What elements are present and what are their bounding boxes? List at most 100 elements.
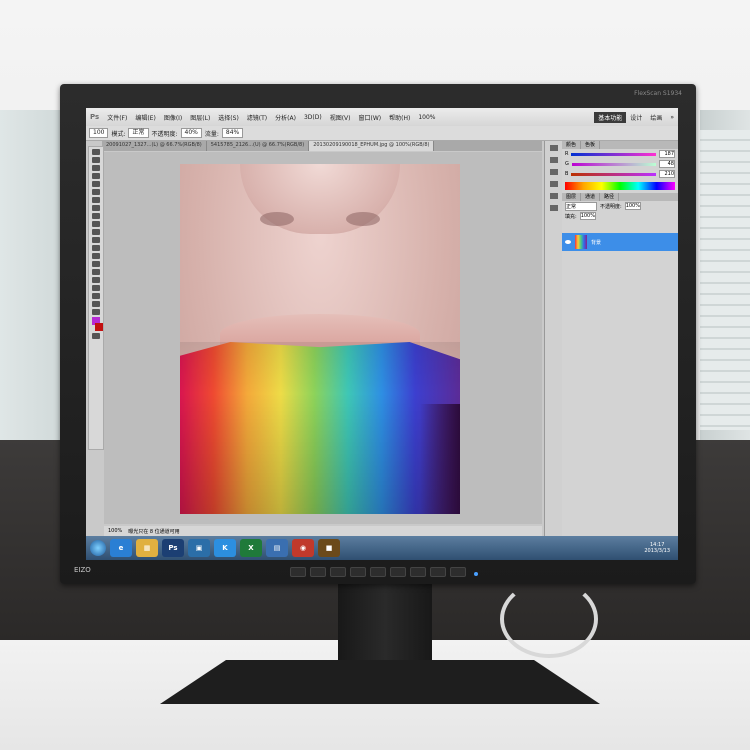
brush-tool-icon[interactable]: [92, 205, 100, 211]
monitor-button[interactable]: [450, 567, 466, 577]
dodge-tool-icon[interactable]: [92, 253, 100, 259]
flow-input[interactable]: 84%: [221, 128, 244, 138]
slider-b[interactable]: [571, 172, 656, 176]
app-red-icon[interactable]: ◉: [292, 539, 314, 557]
monitor-button[interactable]: [310, 567, 326, 577]
panel-icon[interactable]: [549, 169, 558, 175]
blend-mode-select[interactable]: 正常: [565, 201, 597, 211]
menu-analysis[interactable]: 分析(A): [275, 113, 296, 122]
menu-select[interactable]: 选择(S): [218, 113, 239, 122]
value-r[interactable]: 187: [659, 150, 675, 158]
panel-icon[interactable]: [549, 181, 558, 187]
zoom-level[interactable]: 100%: [418, 114, 435, 121]
menu-filter[interactable]: 滤镜(T): [247, 113, 267, 122]
slider-g[interactable]: [571, 162, 656, 166]
power-led: [474, 572, 478, 576]
panel-icon[interactable]: [549, 157, 558, 163]
layer-name: 背景: [591, 239, 602, 246]
healing-tool-icon[interactable]: [92, 197, 100, 203]
fill-row: 填充: 100%: [562, 211, 678, 221]
monitor-button[interactable]: [410, 567, 426, 577]
monitor-button[interactable]: [330, 567, 346, 577]
eraser-tool-icon[interactable]: [92, 229, 100, 235]
brush-size[interactable]: 100: [89, 128, 109, 138]
history-brush-tool-icon[interactable]: [92, 221, 100, 227]
workspace-button[interactable]: 基本功能: [594, 111, 627, 123]
mode-select[interactable]: 正常: [128, 128, 149, 138]
explorer-icon[interactable]: ▦: [136, 539, 158, 557]
app-gold-icon[interactable]: ■: [318, 539, 340, 557]
value-g[interactable]: 48: [659, 160, 675, 168]
color-spectrum[interactable]: [565, 182, 675, 190]
menu-file[interactable]: 文件(F): [107, 113, 127, 122]
type-tool-icon[interactable]: [92, 269, 100, 275]
hand-tool-icon[interactable]: [92, 301, 100, 307]
start-button[interactable]: [90, 540, 106, 556]
zoom-tool-icon[interactable]: [92, 309, 100, 315]
channel-r-label: R: [565, 151, 569, 157]
tab-document-2[interactable]: 5415785_2126...(U) @ 66.7%(RGB/8): [207, 141, 310, 151]
monitor-button[interactable]: [370, 567, 386, 577]
background-blinds: [700, 130, 750, 430]
3d-tool-icon[interactable]: [92, 293, 100, 299]
panel-icon[interactable]: [549, 145, 558, 151]
kugou-icon[interactable]: K: [214, 539, 236, 557]
eyedropper-tool-icon[interactable]: [92, 189, 100, 195]
workspace-design[interactable]: 设计: [630, 113, 642, 122]
menu-layer[interactable]: 图层(L): [190, 113, 210, 122]
opacity-input[interactable]: 40%: [180, 128, 202, 138]
menu-edit[interactable]: 编辑(E): [135, 113, 155, 122]
value-b[interactable]: 210: [659, 170, 675, 178]
folder-icon[interactable]: ▤: [266, 539, 288, 557]
background-color-swatch[interactable]: [95, 323, 103, 331]
gradient-tool-icon[interactable]: [92, 237, 100, 243]
marquee-tool-icon[interactable]: [92, 157, 100, 163]
blur-tool-icon[interactable]: [92, 245, 100, 251]
panel-icon[interactable]: [549, 205, 558, 211]
monitor-button[interactable]: [430, 567, 446, 577]
eye-icon[interactable]: [565, 240, 571, 244]
menu-window[interactable]: 窗口(W): [359, 113, 382, 122]
tab-swatches[interactable]: 色板: [581, 141, 601, 149]
tab-document-3[interactable]: 20130209190018_EPHUM.jpg @ 100%(RGB/8): [309, 141, 435, 151]
menu-image[interactable]: 图像(I): [164, 113, 182, 122]
magic-wand-tool-icon[interactable]: [92, 173, 100, 179]
layer-opacity-input[interactable]: 100%: [624, 202, 641, 210]
menu-help[interactable]: 帮助(H): [389, 113, 410, 122]
layer-thumbnail: [575, 235, 587, 249]
quick-mask-icon[interactable]: [92, 333, 100, 339]
pen-tool-icon[interactable]: [92, 261, 100, 267]
photoshop-icon[interactable]: Ps: [162, 539, 184, 557]
ie-icon[interactable]: e: [110, 539, 132, 557]
layer-fill-input[interactable]: 100%: [579, 212, 596, 220]
status-zoom[interactable]: 100%: [108, 528, 122, 534]
path-select-tool-icon[interactable]: [92, 277, 100, 283]
monitor-button[interactable]: [350, 567, 366, 577]
windows-explorer-icon[interactable]: ▣: [188, 539, 210, 557]
monitor-button[interactable]: [390, 567, 406, 577]
excel-icon[interactable]: X: [240, 539, 262, 557]
menu-view[interactable]: 视图(V): [330, 113, 351, 122]
photo-rainbow-lips[interactable]: [180, 164, 460, 514]
tab-paths[interactable]: 路径: [600, 193, 620, 201]
system-tray-clock[interactable]: 14:17 2013/3/13: [644, 542, 678, 554]
workspace-paint[interactable]: 绘画: [650, 113, 662, 122]
tab-color[interactable]: 颜色: [562, 141, 582, 149]
workspace-more[interactable]: »: [670, 114, 674, 121]
collapsed-panel-strip: [544, 141, 562, 536]
menu-3d[interactable]: 3D(D): [304, 114, 322, 121]
layer-background[interactable]: 背景: [562, 233, 678, 251]
crop-tool-icon[interactable]: [92, 181, 100, 187]
stamp-tool-icon[interactable]: [92, 213, 100, 219]
monitor-stand-neck: [338, 584, 432, 664]
panel-icon[interactable]: [549, 193, 558, 199]
monitor-button[interactable]: [290, 567, 306, 577]
tab-document-1[interactable]: 20091027_1327...(L) @ 66.7%(RGB/8): [102, 141, 207, 151]
lasso-tool-icon[interactable]: [92, 165, 100, 171]
shape-tool-icon[interactable]: [92, 285, 100, 291]
tab-channels[interactable]: 通道: [581, 193, 601, 201]
tab-layers[interactable]: 图层: [562, 193, 582, 201]
move-tool-icon[interactable]: [92, 149, 100, 155]
slider-r[interactable]: [571, 152, 656, 156]
monitor-screen: Ps 文件(F) 编辑(E) 图像(I) 图层(L) 选择(S) 滤镜(T) 分…: [86, 108, 678, 560]
